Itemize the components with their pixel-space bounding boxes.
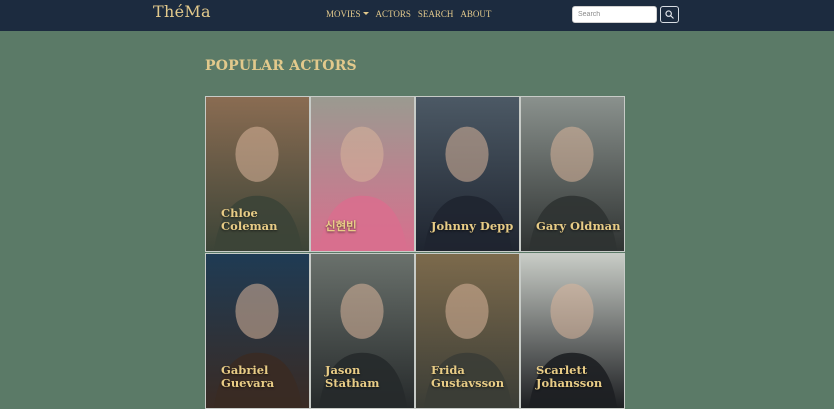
actor-name: 신현빈 bbox=[311, 220, 414, 233]
actor-name: Chloe Coleman bbox=[206, 207, 309, 233]
actor-card[interactable]: 신현빈 bbox=[310, 96, 415, 252]
actor-card[interactable]: Scarlett Johansson bbox=[520, 253, 625, 409]
actor-name: Johnny Depp bbox=[416, 220, 519, 233]
actor-name-line: Jason Statham bbox=[325, 363, 380, 390]
actor-card[interactable]: Jason Statham bbox=[310, 253, 415, 409]
nav-search[interactable]: SEARCH bbox=[418, 9, 454, 19]
nav-actors[interactable]: ACTORS bbox=[376, 9, 411, 19]
actor-card[interactable]: Johnny Depp bbox=[415, 96, 520, 252]
actor-name-line: 신현빈 bbox=[325, 219, 357, 233]
nav-movies-label: MOVIES bbox=[326, 9, 361, 19]
page-title: POPULAR ACTORS bbox=[205, 58, 357, 74]
search-input[interactable] bbox=[572, 6, 657, 23]
actor-name: Jason Statham bbox=[311, 364, 414, 390]
actor-name: Gary Oldman bbox=[521, 220, 624, 233]
brand-logo[interactable]: ThéMa bbox=[153, 2, 211, 21]
search-icon bbox=[665, 10, 674, 19]
nav-movies-dropdown[interactable]: MOVIES bbox=[326, 9, 369, 19]
actor-name-line: Johansson bbox=[536, 376, 603, 390]
nav-about[interactable]: ABOUT bbox=[460, 9, 491, 19]
actor-name: Scarlett Johansson bbox=[521, 364, 624, 390]
actor-name-line: Guevara bbox=[221, 376, 275, 390]
actor-card[interactable]: Frida Gustavsson bbox=[415, 253, 520, 409]
nav-links: MOVIES ACTORS SEARCH ABOUT bbox=[326, 9, 491, 19]
actor-name: Frida Gustavsson bbox=[416, 364, 519, 390]
caret-down-icon bbox=[362, 12, 369, 15]
actor-card[interactable]: Chloe Coleman bbox=[205, 96, 310, 252]
actor-name: Gabriel Guevara bbox=[206, 364, 309, 390]
actor-name-line: Johnny Depp bbox=[431, 219, 514, 233]
actor-name-line: Gary Oldman bbox=[536, 219, 621, 233]
top-navbar: ThéMa MOVIES ACTORS SEARCH ABOUT bbox=[0, 0, 834, 31]
actor-card[interactable]: Gary Oldman bbox=[520, 96, 625, 252]
actor-card[interactable]: Gabriel Guevara bbox=[205, 253, 310, 409]
actor-name-line: Gustavsson bbox=[431, 376, 505, 390]
actor-name-line: Coleman bbox=[221, 219, 278, 233]
search-button[interactable] bbox=[660, 6, 679, 23]
